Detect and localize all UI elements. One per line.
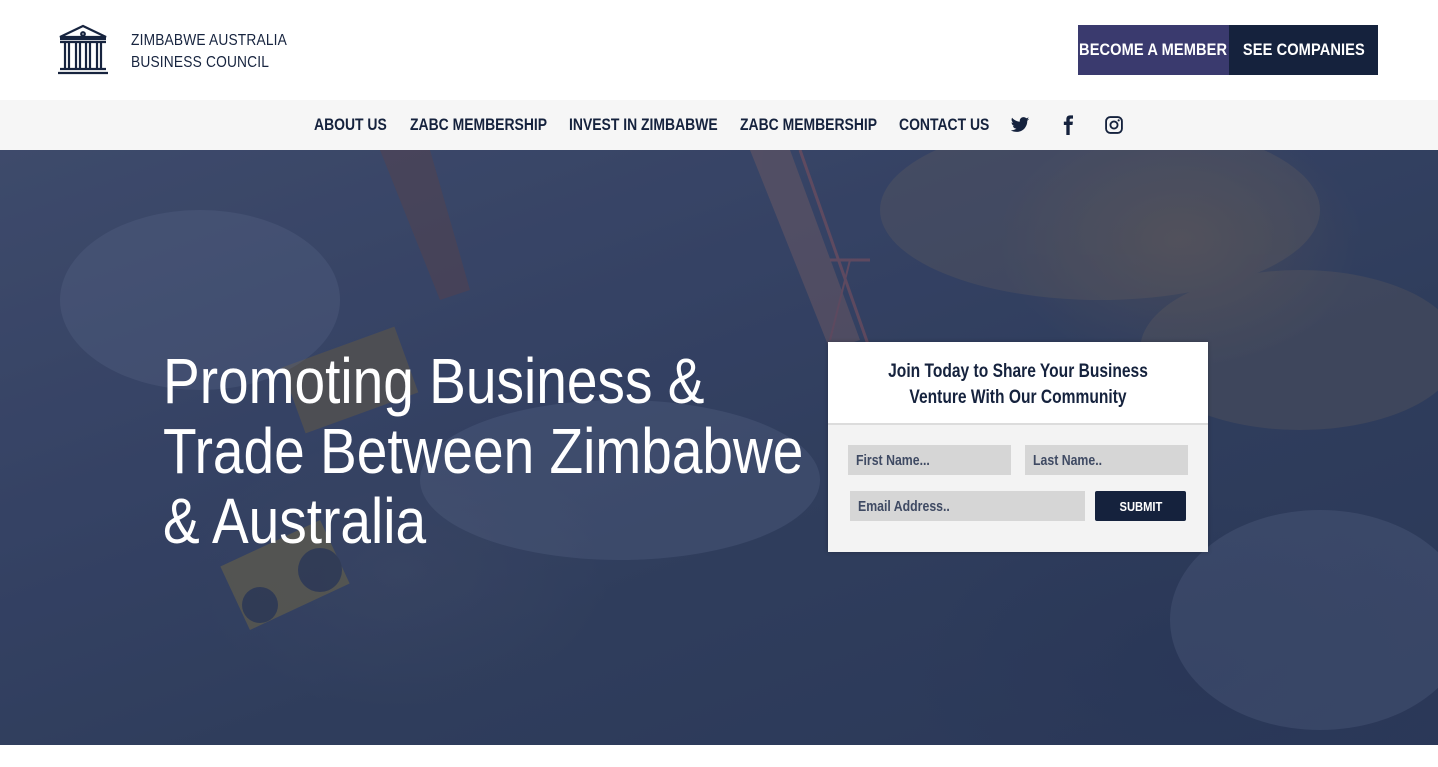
brand-line-2: BUSINESS COUNCIL bbox=[131, 54, 270, 71]
page-bottom-strip bbox=[0, 745, 1438, 767]
nav-label: ZABC MEMBERSHIP bbox=[740, 115, 878, 134]
see-companies-button[interactable]: SEE COMPANIES bbox=[1229, 25, 1378, 75]
first-name-input[interactable]: First Name... bbox=[848, 445, 1011, 475]
main-nav: ABOUT US ZABC MEMBERSHIP INVEST IN ZIMBA… bbox=[0, 100, 1438, 150]
instagram-icon[interactable] bbox=[1104, 115, 1124, 135]
twitter-icon[interactable] bbox=[1010, 115, 1030, 135]
nav-label: ZABC MEMBERSHIP bbox=[410, 115, 548, 134]
signup-form-title: Join Today to Share Your Business Ventur… bbox=[828, 359, 1208, 411]
signup-form-card: Join Today to Share Your Business Ventur… bbox=[828, 342, 1208, 552]
brand-name: ZIMBABWE AUSTRALIA BUSINESS COUNCIL bbox=[131, 30, 303, 74]
become-member-label: BECOME A MEMBER bbox=[1079, 40, 1228, 59]
nav-item-invest-in-zimbabwe[interactable]: INVEST IN ZIMBABWE bbox=[569, 100, 750, 150]
site-logo[interactable]: ZIMBABWE AUSTRALIA BUSINESS COUNCIL bbox=[57, 24, 287, 76]
hero-title-line-1: Promoting Business & bbox=[163, 345, 705, 417]
signup-title-line-1: Join Today to Share Your Business bbox=[888, 361, 1148, 382]
nav-label: ABOUT US bbox=[314, 115, 387, 134]
email-placeholder: Email Address.. bbox=[858, 497, 950, 515]
hero-title-line-2: Trade Between Zimbabwe bbox=[163, 415, 804, 487]
nav-item-zabc-membership-2[interactable]: ZABC MEMBERSHIP bbox=[740, 100, 907, 150]
nav-item-zabc-membership[interactable]: ZABC MEMBERSHIP bbox=[410, 100, 577, 150]
hero-section: Promoting Business & Trade Between Zimba… bbox=[0, 150, 1438, 745]
nav-label: INVEST IN ZIMBABWE bbox=[569, 115, 718, 134]
last-name-placeholder: Last Name.. bbox=[1033, 451, 1103, 469]
submit-button[interactable]: SUBMIT bbox=[1095, 491, 1186, 521]
nav-item-about-us[interactable]: ABOUT US bbox=[314, 100, 403, 150]
facebook-icon[interactable] bbox=[1058, 115, 1078, 135]
nav-label: CONTACT US bbox=[899, 115, 990, 134]
nav-item-contact-us[interactable]: CONTACT US bbox=[899, 100, 1009, 150]
site-header: ZIMBABWE AUSTRALIA BUSINESS COUNCIL BECO… bbox=[0, 0, 1438, 100]
last-name-input[interactable]: Last Name.. bbox=[1025, 445, 1188, 475]
signup-form-header: Join Today to Share Your Business Ventur… bbox=[828, 342, 1208, 425]
signup-title-line-2: Venture With Our Community bbox=[909, 387, 1127, 408]
submit-label: SUBMIT bbox=[1119, 498, 1162, 514]
hero-title: Promoting Business & Trade Between Zimba… bbox=[163, 346, 803, 556]
become-member-button[interactable]: BECOME A MEMBER bbox=[1078, 25, 1229, 75]
first-name-placeholder: First Name... bbox=[856, 451, 930, 469]
email-input[interactable]: Email Address.. bbox=[850, 491, 1085, 521]
see-companies-label: SEE COMPANIES bbox=[1242, 40, 1365, 59]
building-columns-icon bbox=[58, 24, 108, 75]
brand-line-1: ZIMBABWE AUSTRALIA bbox=[131, 32, 288, 49]
hero-title-line-3: & Australia bbox=[163, 485, 427, 557]
